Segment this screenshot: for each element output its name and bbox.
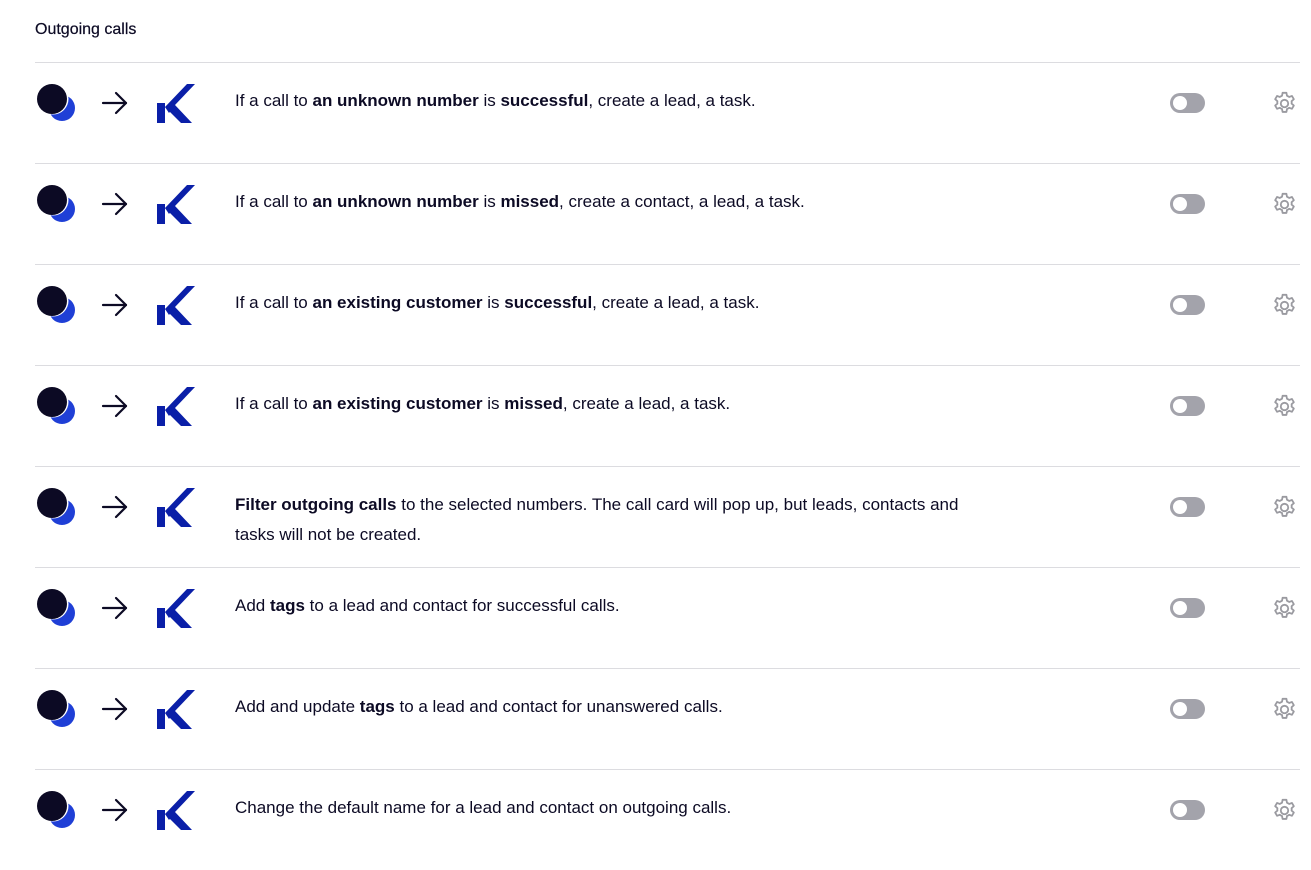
arrow-right-icon <box>101 394 128 418</box>
rule-text-segment: is <box>482 394 505 413</box>
telephony-provider-logo <box>37 83 75 121</box>
gear-icon[interactable] <box>1271 595 1298 622</box>
rule-toggle[interactable] <box>1170 497 1205 517</box>
rule-row: If a call to an unknown number is missed… <box>35 163 1300 264</box>
rule-description: Add and update tags to a lead and contac… <box>235 692 995 722</box>
rule-text-segment: Add and update <box>235 697 360 716</box>
rule-description: Filter outgoing calls to the selected nu… <box>235 490 995 550</box>
rule-keyword: successful <box>504 293 593 312</box>
rule-description: If a call to an existing customer is mis… <box>235 389 995 419</box>
toggle-knob <box>1173 96 1187 110</box>
arrow-right-icon <box>101 596 128 620</box>
telephony-provider-logo <box>37 689 75 727</box>
toggle-knob <box>1173 702 1187 716</box>
rule-toggle[interactable] <box>1170 699 1205 719</box>
rule-text-segment: , create a contact, a lead, a task. <box>559 192 805 211</box>
rule-row: Add and update tags to a lead and contac… <box>35 668 1300 769</box>
rule-text-segment: , create a lead, a task. <box>588 91 756 110</box>
rule-row: If a call to an existing customer is suc… <box>35 264 1300 365</box>
rule-toggle[interactable] <box>1170 93 1205 113</box>
rule-toggle[interactable] <box>1170 396 1205 416</box>
rule-keyword: missed <box>500 192 560 211</box>
gear-icon[interactable] <box>1271 797 1298 824</box>
toggle-knob <box>1173 500 1187 514</box>
kommo-logo <box>157 84 195 123</box>
rule-text-segment: , create a lead, a task. <box>562 394 731 413</box>
rule-text-segment: , create a lead, a task. <box>592 293 760 312</box>
rule-keyword: tags <box>359 697 395 716</box>
toggle-knob <box>1173 601 1187 615</box>
rule-row: Add tags to a lead and contact for succe… <box>35 567 1300 668</box>
rule-keyword: missed <box>504 394 563 413</box>
section-title: Outgoing calls <box>35 21 137 38</box>
toggle-knob <box>1173 197 1187 211</box>
rule-text-segment: is <box>478 192 501 211</box>
rule-row: If a call to an unknown number is succes… <box>35 62 1300 163</box>
rule-text-segment: to a lead and contact for successful cal… <box>304 596 620 615</box>
rule-keyword: tags <box>269 596 305 615</box>
gear-icon[interactable] <box>1271 696 1298 723</box>
telephony-provider-logo <box>37 588 75 626</box>
rule-keyword: an existing customer <box>312 394 483 413</box>
rule-toggle[interactable] <box>1170 295 1205 315</box>
gear-icon[interactable] <box>1271 494 1298 521</box>
kommo-logo <box>157 185 195 224</box>
rule-text-segment: If a call to <box>235 293 313 312</box>
arrow-right-icon <box>101 91 128 115</box>
rule-keyword: an unknown number <box>312 192 479 211</box>
rule-toggle[interactable] <box>1170 800 1205 820</box>
telephony-provider-logo <box>37 184 75 222</box>
kommo-logo <box>157 387 195 426</box>
rule-text-segment: to a lead and contact for unanswered cal… <box>394 697 723 716</box>
toggle-knob <box>1173 803 1187 817</box>
rule-description: Change the default name for a lead and c… <box>235 793 995 823</box>
arrow-right-icon <box>101 192 128 216</box>
rule-description: If a call to an existing customer is suc… <box>235 288 995 318</box>
rule-row: Change the default name for a lead and c… <box>35 769 1300 870</box>
toggle-knob <box>1173 298 1187 312</box>
rule-keyword: an unknown number <box>312 91 479 110</box>
rule-row: If a call to an existing customer is mis… <box>35 365 1300 466</box>
arrow-right-icon <box>101 495 128 519</box>
rules-list: If a call to an unknown number is succes… <box>35 62 1300 870</box>
kommo-logo <box>157 690 195 729</box>
kommo-logo <box>157 791 195 830</box>
telephony-provider-logo <box>37 386 75 424</box>
telephony-provider-logo <box>37 487 75 525</box>
kommo-logo <box>157 589 195 628</box>
arrow-right-icon <box>101 697 128 721</box>
rule-row: Filter outgoing calls to the selected nu… <box>35 466 1300 567</box>
rule-keyword: an existing customer <box>312 293 483 312</box>
arrow-right-icon <box>101 293 128 317</box>
rule-description: If a call to an unknown number is missed… <box>235 187 995 217</box>
telephony-provider-logo <box>37 285 75 323</box>
gear-icon[interactable] <box>1271 393 1298 420</box>
rule-toggle[interactable] <box>1170 194 1205 214</box>
rule-text-segment: If a call to <box>235 192 313 211</box>
rule-description: Add tags to a lead and contact for succe… <box>235 591 995 621</box>
arrow-right-icon <box>101 798 128 822</box>
rule-text-segment: Change the default name for a lead and c… <box>235 798 732 817</box>
telephony-provider-logo <box>37 790 75 828</box>
rule-keyword: successful <box>500 91 589 110</box>
rule-text-segment: If a call to <box>235 394 313 413</box>
gear-icon[interactable] <box>1271 292 1298 319</box>
kommo-logo <box>157 286 195 325</box>
rule-text-segment: Add <box>235 596 270 615</box>
gear-icon[interactable] <box>1271 90 1298 117</box>
rule-text-segment: is <box>482 293 505 312</box>
rule-toggle[interactable] <box>1170 598 1205 618</box>
rule-text-segment: is <box>478 91 501 110</box>
rule-description: If a call to an unknown number is succes… <box>235 86 995 116</box>
gear-icon[interactable] <box>1271 191 1298 218</box>
rule-text-segment: If a call to <box>235 91 313 110</box>
toggle-knob <box>1173 399 1187 413</box>
rule-keyword: Filter outgoing calls <box>235 495 397 514</box>
kommo-logo <box>157 488 195 527</box>
